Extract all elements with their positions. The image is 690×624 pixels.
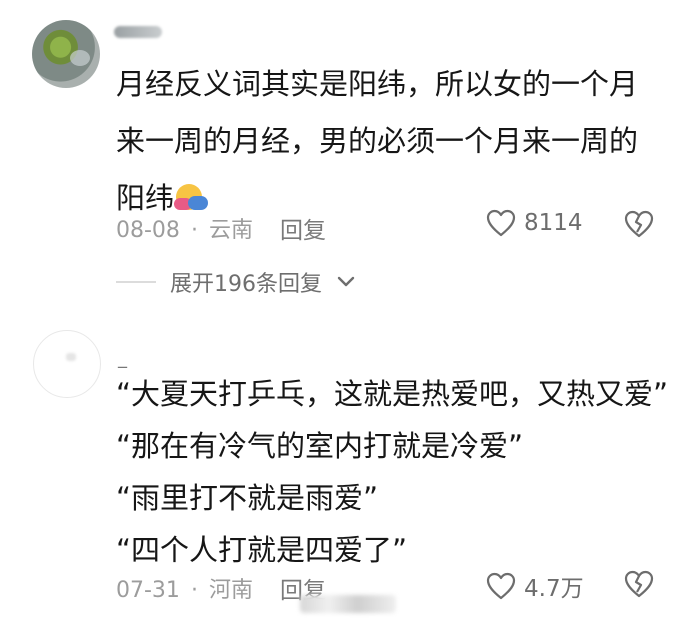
- comment-line: “那在有冷气的室内打就是冷爱”: [116, 429, 524, 463]
- commenter-name[interactable]: _: [118, 348, 127, 369]
- commenter-avatar[interactable]: [32, 20, 100, 88]
- expand-replies-label: 展开196条回复: [170, 272, 322, 297]
- comment-meta: 08-08 · 云南: [116, 212, 253, 244]
- comment-meta: 07-31 · 河南: [116, 572, 253, 604]
- watermark-blur: [300, 595, 396, 613]
- comment-line: “雨里打不就是雨爱”: [116, 481, 379, 515]
- like-button[interactable]: 4.7万: [486, 569, 584, 603]
- hugging-face-emoji-icon: [174, 182, 209, 212]
- reply-button[interactable]: 回复: [280, 211, 326, 245]
- chevron-down-icon: [337, 276, 355, 287]
- commenter-avatar[interactable]: [33, 330, 101, 398]
- like-count: 8114: [524, 210, 583, 236]
- comment-location: 云南: [208, 218, 253, 243]
- meta-separator: ·: [190, 578, 198, 603]
- comment-line: “大夏天打乒乓，这就是热爱吧，又热又爱”: [116, 377, 669, 411]
- broken-heart-icon[interactable]: [624, 209, 654, 239]
- comment-text: “大夏天打乒乓，这就是热爱吧，又热又爱” “那在有冷气的室内打就是冷爱” “雨里…: [116, 368, 676, 576]
- expand-replies-button[interactable]: 展开196条回复: [116, 266, 356, 298]
- like-button[interactable]: 8114: [486, 209, 583, 237]
- divider-line: [116, 281, 156, 283]
- like-count: 4.7万: [524, 576, 584, 602]
- broken-heart-icon[interactable]: [624, 569, 654, 599]
- comment-date: 08-08: [116, 218, 180, 243]
- comment-line: “四个人打就是四爱了”: [116, 533, 408, 567]
- comment-location: 河南: [208, 578, 253, 603]
- comment-date: 07-31: [116, 578, 180, 603]
- heart-outline-icon: [486, 209, 516, 237]
- heart-outline-icon: [486, 572, 516, 600]
- commenter-name-blurred[interactable]: [114, 26, 162, 38]
- comment-text: 月经反义词其实是阳纬，所以女的一个月来一周的月经，男的必须一个月来一周的阳纬: [116, 56, 656, 227]
- meta-separator: ·: [190, 218, 198, 243]
